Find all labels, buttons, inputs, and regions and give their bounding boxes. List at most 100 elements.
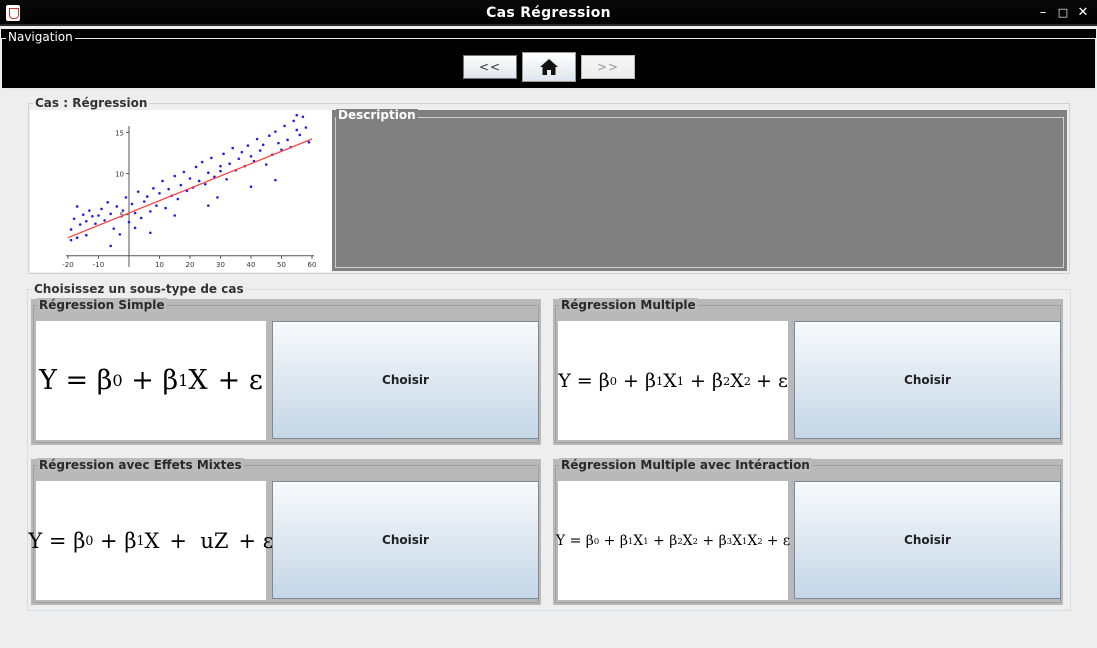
choisir-button[interactable]: Choisir: [272, 481, 539, 599]
formula-part: +: [616, 369, 645, 392]
x-tick-label: 50: [277, 261, 286, 269]
formula-part: =: [570, 369, 599, 392]
scatter-point: [78, 223, 82, 226]
scatter-point: [203, 182, 207, 186]
formula-part: X: [682, 532, 693, 549]
formula-part: β: [669, 532, 678, 549]
scatter-point: [231, 146, 234, 150]
x-tick-label: -10: [93, 261, 104, 269]
formula-part: =: [565, 532, 586, 549]
scatter-point: [173, 214, 177, 217]
scatter-point: [283, 124, 286, 128]
description-panel: Description: [332, 109, 1067, 271]
scatter-point: [182, 170, 186, 174]
minimize-icon[interactable]: –: [1034, 4, 1052, 22]
previous-button[interactable]: <<: [463, 55, 517, 79]
formula-part: β: [619, 532, 628, 549]
card-regression-effets-mixtes: Régression avec Effets Mixtes Y = β0 + β…: [28, 458, 541, 605]
formula-part: β: [598, 369, 610, 392]
scatter-point: [149, 231, 152, 235]
formula-part: β: [711, 369, 723, 392]
scatter-point: [222, 152, 225, 156]
scatter-point: [274, 178, 277, 182]
scatter-point: [261, 143, 265, 147]
formula-part: +: [599, 532, 620, 549]
formula-part: =: [42, 528, 74, 553]
formula-sub: 1: [178, 371, 189, 390]
scatter-point: [69, 238, 73, 242]
scatter-point: [97, 214, 100, 217]
scatter-point: [295, 113, 299, 117]
x-tick-label: 60: [308, 261, 317, 269]
y-tick-label: 10: [115, 171, 124, 179]
formula-sub: 0: [85, 533, 94, 548]
scatter-point: [228, 162, 231, 165]
formula-part: X: [747, 532, 758, 549]
scatter-point: [115, 205, 119, 208]
scatter-point: [75, 205, 79, 208]
scatter-point: [109, 212, 112, 216]
card-regression-multiple-interaction: Régression Multiple avec Intéraction Y =…: [553, 458, 1063, 605]
cas-panel: Cas : Régression -20-1010203040506015105…: [28, 96, 1070, 274]
regression-line: [67, 138, 313, 239]
scatter-point: [264, 163, 268, 166]
scatter-point: [292, 119, 296, 123]
scatter-point: [130, 202, 134, 206]
scatter-point: [246, 144, 250, 147]
formula-part: Y: [28, 528, 43, 553]
formula-sub: 0: [112, 371, 123, 390]
formula-part: β: [73, 528, 86, 553]
choisir-button[interactable]: Choisir: [794, 481, 1061, 599]
scatter-point: [249, 185, 253, 189]
scatter-point: [277, 141, 280, 145]
scatter-point: [88, 209, 91, 212]
scatter-point: [124, 196, 128, 199]
maximize-icon[interactable]: □: [1054, 4, 1072, 22]
formula-mixed: Y = β0 + β1X + uZ + ε: [28, 481, 274, 600]
formula-part: +: [648, 532, 670, 549]
scatter-point: [194, 165, 198, 169]
scatter-point: [155, 204, 158, 207]
scatter-point: [133, 226, 137, 230]
formula-part: X: [732, 532, 743, 549]
scatter-point: [295, 128, 299, 132]
home-button[interactable]: [522, 52, 576, 82]
scatter-point: [94, 222, 97, 226]
scatter-point: [176, 197, 180, 201]
scatter-point: [133, 211, 137, 215]
formula-interaction: Y = β0 + β1X1 + β2X2 + β3X1X2 + ε: [556, 481, 791, 600]
x-tick-label: 20: [186, 261, 195, 269]
scatter-point: [298, 133, 302, 137]
scatter-point: [69, 228, 73, 231]
scatter-point: [118, 233, 122, 236]
next-button[interactable]: >>: [581, 55, 635, 79]
formula-part: + ε: [766, 532, 791, 549]
scatter-point: [152, 187, 155, 190]
window-title: Cas Régression: [486, 5, 611, 21]
choisir-button[interactable]: Choisir: [272, 321, 539, 439]
scatter-point: [219, 169, 222, 173]
card-title: Régression avec Effets Mixtes: [37, 458, 244, 472]
formula-sub: 1: [655, 373, 664, 388]
close-icon[interactable]: ✕: [1074, 4, 1092, 22]
formula-part: + ε: [238, 528, 274, 553]
scatter-point: [136, 190, 140, 193]
scatter-point: [274, 130, 277, 133]
card-regression-multiple: Régression Multiple Y = β0 + β1X1 + β2X2…: [553, 298, 1063, 445]
scatter-point: [146, 195, 149, 198]
home-icon: [540, 59, 558, 75]
choisir-button[interactable]: Choisir: [794, 321, 1061, 439]
scatter-point: [167, 187, 170, 191]
scatter-point: [301, 115, 305, 119]
title-underline: [0, 24, 1097, 26]
formula-part: X: [188, 365, 208, 396]
scatter-point: [85, 219, 88, 223]
scatter-point: [164, 206, 167, 210]
description-frame: [335, 117, 1064, 268]
scatter-point: [207, 204, 210, 207]
scatter-point: [106, 201, 109, 204]
formula-part: +: [122, 365, 163, 396]
scatter-point: [112, 227, 116, 230]
x-tick-label: 10: [155, 261, 164, 269]
formula-part: β: [644, 369, 656, 392]
